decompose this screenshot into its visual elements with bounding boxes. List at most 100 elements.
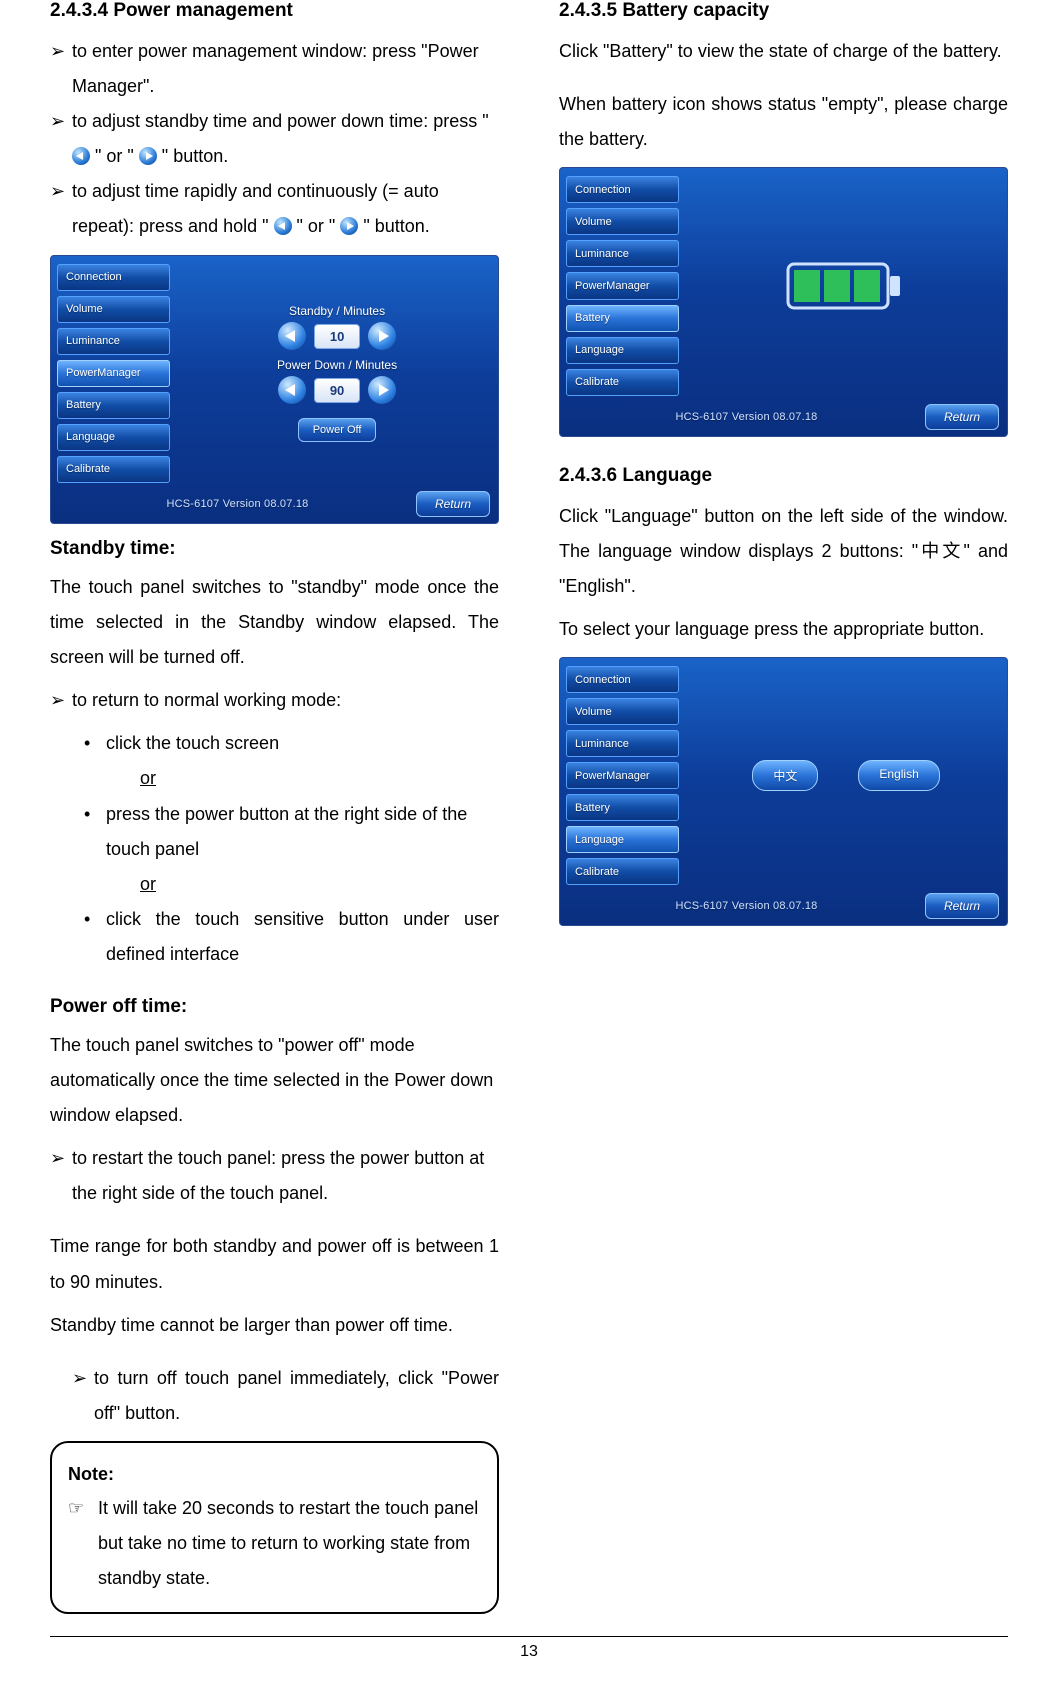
bullet-text: to adjust standby time and power down ti… xyxy=(72,104,499,174)
sub-bullet-text: click the touch screen xyxy=(106,726,279,761)
sidebar-tab-battery[interactable]: Battery xyxy=(566,794,679,821)
sub-bullet-text: press the power button at the right side… xyxy=(106,797,499,867)
sidebar-tab-volume[interactable]: Volume xyxy=(57,296,170,323)
bullet-text: to adjust time rapidly and continuously … xyxy=(72,174,499,244)
sidebar-tab-luminance[interactable]: Luminance xyxy=(57,328,170,355)
powerdown-increase-button[interactable] xyxy=(368,376,396,404)
triangle-bullet-icon: ➢ xyxy=(50,683,72,718)
or-separator: or xyxy=(140,761,499,796)
sidebar-tab-language[interactable]: Language xyxy=(566,826,679,853)
standby-rule-text: Standby time cannot be larger than power… xyxy=(50,1308,499,1343)
sub-bullet-item: • click the touch screen xyxy=(84,726,499,761)
device-main-area: Standby / Minutes 10 Power Down / Minute… xyxy=(176,256,498,491)
language-chinese-button[interactable]: 中文 xyxy=(752,760,818,791)
dot-bullet-icon: • xyxy=(84,797,106,867)
sidebar-tab-language[interactable]: Language xyxy=(57,424,170,451)
device-version-text: HCS-6107 Version 08.07.18 xyxy=(568,411,925,423)
triangle-bullet-icon: ➢ xyxy=(50,34,72,104)
bullet-item: ➢ to adjust standby time and power down … xyxy=(50,104,499,174)
left-arrow-icon xyxy=(72,147,90,165)
device-screenshot-language: Connection Volume Luminance PowerManager… xyxy=(559,657,1008,926)
language-paragraph-2: To select your language press the approp… xyxy=(559,612,1008,647)
left-arrow-icon xyxy=(274,217,292,235)
triangle-bullet-icon: ➢ xyxy=(50,1141,72,1211)
standby-decrease-button[interactable] xyxy=(278,322,306,350)
page-rule xyxy=(50,1636,1008,1637)
bullet-item: ➢ to enter power management window: pres… xyxy=(50,34,499,104)
device-main-area xyxy=(685,168,1007,403)
sidebar-tab-volume[interactable]: Volume xyxy=(566,208,679,235)
standby-time-heading: Standby time: xyxy=(50,538,499,560)
triangle-bullet-icon: ➢ xyxy=(72,1361,94,1431)
powerdown-decrease-button[interactable] xyxy=(278,376,306,404)
sidebar-tab-luminance[interactable]: Luminance xyxy=(566,240,679,267)
note-box: Note: ☞ It will take 20 seconds to resta… xyxy=(50,1441,499,1614)
sidebar-tab-connection[interactable]: Connection xyxy=(566,176,679,203)
time-range-text: Time range for both standby and power of… xyxy=(50,1229,499,1299)
right-arrow-icon xyxy=(340,217,358,235)
bullet-text: to return to normal working mode: xyxy=(72,683,341,718)
sidebar-tab-volume[interactable]: Volume xyxy=(566,698,679,725)
sidebar-tab-connection[interactable]: Connection xyxy=(57,264,170,291)
sidebar-tab-luminance[interactable]: Luminance xyxy=(566,730,679,757)
device-main-area: 中文 English xyxy=(685,658,1007,893)
battery-paragraph-1: Click "Battery" to view the state of cha… xyxy=(559,34,1008,69)
standby-value: 10 xyxy=(314,324,360,349)
sidebar-tab-calibrate[interactable]: Calibrate xyxy=(57,456,170,483)
language-english-button[interactable]: English xyxy=(858,760,939,791)
device-screenshot-power-manager: Connection Volume Luminance PowerManager… xyxy=(50,255,499,524)
sidebar-tab-language[interactable]: Language xyxy=(566,337,679,364)
standby-description: The touch panel switches to "standby" mo… xyxy=(50,570,499,675)
sidebar-tab-battery[interactable]: Battery xyxy=(566,305,679,332)
battery-paragraph-2: When battery icon shows status "empty", … xyxy=(559,87,1008,157)
section-heading-battery: 2.4.3.5 Battery capacity xyxy=(559,0,1008,22)
bullet-text: to enter power management window: press … xyxy=(72,34,499,104)
note-body: It will take 20 seconds to restart the t… xyxy=(98,1491,481,1596)
right-arrow-icon xyxy=(139,147,157,165)
power-off-description: The touch panel switches to "power off" … xyxy=(50,1028,499,1133)
return-button[interactable]: Return xyxy=(416,491,490,517)
bullet-item: ➢ to turn off touch panel immediately, c… xyxy=(72,1361,499,1431)
return-button[interactable]: Return xyxy=(925,404,999,430)
sidebar-tab-powermanager[interactable]: PowerManager xyxy=(566,762,679,789)
device-sidebar: Connection Volume Luminance PowerManager… xyxy=(560,658,685,893)
page-number: 13 xyxy=(50,1643,1008,1661)
device-version-text: HCS-6107 Version 08.07.18 xyxy=(568,900,925,912)
dot-bullet-icon: • xyxy=(84,902,106,972)
sub-bullet-text: click the touch sensitive button under u… xyxy=(106,902,499,972)
dot-bullet-icon: • xyxy=(84,726,106,761)
return-button[interactable]: Return xyxy=(925,893,999,919)
device-sidebar: Connection Volume Luminance PowerManager… xyxy=(51,256,176,491)
sidebar-tab-powermanager[interactable]: PowerManager xyxy=(57,360,170,387)
standby-increase-button[interactable] xyxy=(368,322,396,350)
sub-bullet-item: • press the power button at the right si… xyxy=(84,797,499,867)
language-paragraph-1: Click "Language" button on the left side… xyxy=(559,499,1008,604)
section-heading-power-management: 2.4.3.4 Power management xyxy=(50,0,499,22)
power-off-button[interactable]: Power Off xyxy=(298,418,377,442)
battery-icon xyxy=(786,258,906,314)
sidebar-tab-calibrate[interactable]: Calibrate xyxy=(566,369,679,396)
bullet-item: ➢ to restart the touch panel: press the … xyxy=(50,1141,499,1211)
device-version-text: HCS-6107 Version 08.07.18 xyxy=(59,498,416,510)
bullet-item: ➢ to return to normal working mode: xyxy=(50,683,499,718)
powerdown-minutes-label: Power Down / Minutes xyxy=(277,358,397,372)
bullet-text: to turn off touch panel immediately, cli… xyxy=(94,1361,499,1431)
sub-bullet-item: • click the touch sensitive button under… xyxy=(84,902,499,972)
triangle-bullet-icon: ➢ xyxy=(50,174,72,244)
bullet-item: ➢ to adjust time rapidly and continuousl… xyxy=(50,174,499,244)
or-separator: or xyxy=(140,867,499,902)
sidebar-tab-connection[interactable]: Connection xyxy=(566,666,679,693)
sidebar-tab-calibrate[interactable]: Calibrate xyxy=(566,858,679,885)
sidebar-tab-powermanager[interactable]: PowerManager xyxy=(566,272,679,299)
triangle-bullet-icon: ➢ xyxy=(50,104,72,174)
powerdown-value: 90 xyxy=(314,378,360,403)
pointing-hand-icon: ☞ xyxy=(68,1491,98,1596)
sidebar-tab-battery[interactable]: Battery xyxy=(57,392,170,419)
power-off-time-heading: Power off time: xyxy=(50,996,499,1018)
section-heading-language: 2.4.3.6 Language xyxy=(559,465,1008,487)
device-sidebar: Connection Volume Luminance PowerManager… xyxy=(560,168,685,403)
note-title: Note: xyxy=(68,1457,481,1491)
standby-minutes-label: Standby / Minutes xyxy=(278,304,396,318)
bullet-text: to restart the touch panel: press the po… xyxy=(72,1141,499,1211)
device-screenshot-battery: Connection Volume Luminance PowerManager… xyxy=(559,167,1008,436)
